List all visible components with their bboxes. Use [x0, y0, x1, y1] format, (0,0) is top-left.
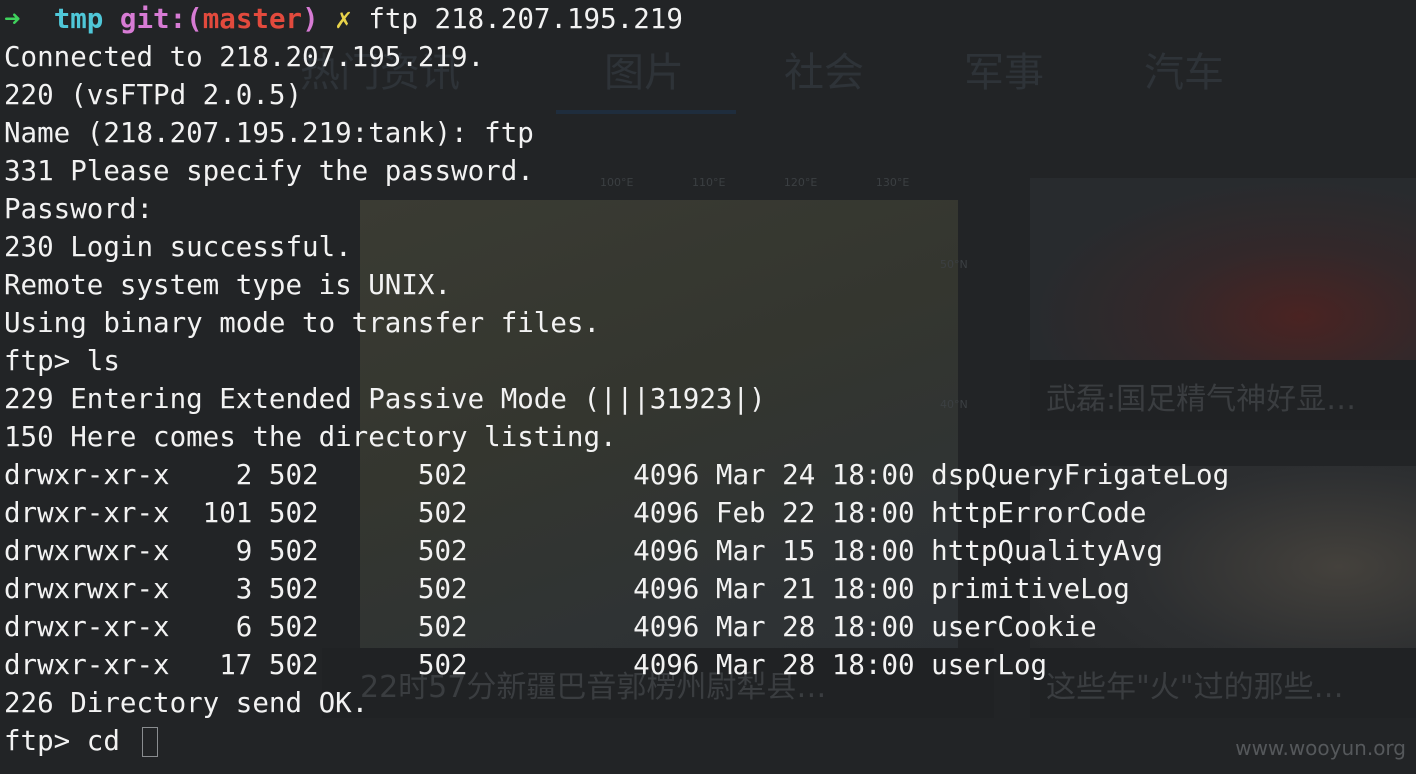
terminal-line: ftp> ls: [4, 345, 120, 377]
shell-prompt-line: ➜ tmp git:(master) ✗ ftp 218.207.195.219: [4, 0, 683, 38]
bg-tab-military: 军事: [964, 50, 1044, 96]
text-cursor: [142, 727, 159, 757]
bg-caption-portrait: 这些年"火"过的那些…: [1046, 670, 1344, 705]
bg-map-lon-tick: 100°E: [600, 176, 634, 189]
bg-map-lon-tick: 120°E: [783, 176, 818, 189]
terminal-line: 226 Directory send OK.: [4, 687, 369, 719]
bg-map-lon-tick: 110°E: [691, 176, 726, 189]
terminal-input-line[interactable]: ftp> cd: [4, 722, 159, 760]
terminal-line: Name (218.207.195.219:tank): ftp: [4, 117, 534, 149]
prompt-command: ftp 218.207.195.219: [368, 3, 683, 35]
prompt-cwd: tmp: [53, 3, 104, 35]
terminal-line: 230 Login successful.: [4, 231, 352, 263]
directory-listing-row: drwxr-xr-x 17 502 502 4096 Mar 28 18:00 …: [4, 649, 1048, 681]
terminal-line: 331 Please specify the password.: [4, 155, 534, 187]
directory-listing-row: drwxr-xr-x 101 502 502 4096 Feb 22 18:00…: [4, 497, 1147, 529]
prompt-arrow-icon: ➜: [4, 3, 21, 35]
bg-tab-cars: 汽车: [1144, 50, 1224, 96]
directory-listing-row: drwxrwxr-x 9 502 502 4096 Mar 15 18:00 h…: [4, 535, 1163, 567]
directory-listing-row: drwxr-xr-x 6 502 502 4096 Mar 28 18:00 u…: [4, 611, 1097, 643]
watermark: www.wooyun.org: [1235, 736, 1406, 760]
terminal-line: Remote system type is UNIX.: [4, 269, 452, 301]
bg-tab-pictures: 图片: [604, 50, 684, 96]
prompt-dirty-icon: ✗: [335, 3, 352, 35]
directory-listing-row: drwxrwxr-x 3 502 502 4096 Mar 21 18:00 p…: [4, 573, 1130, 605]
bg-map-lat-tick: 50°N: [940, 258, 968, 271]
terminal-line: Password:: [4, 193, 154, 225]
bg-caption-football: 武磊:国足精气神好显…: [1046, 382, 1357, 417]
prompt-git-suffix: ): [302, 3, 319, 35]
directory-listing-row: drwxr-xr-x 2 502 502 4096 Mar 24 18:00 d…: [4, 459, 1230, 491]
terminal-line: Using binary mode to transfer files.: [4, 307, 601, 339]
bg-active-tab-indicator: [556, 110, 736, 114]
terminal-line: 220 (vsFTPd 2.0.5): [4, 79, 303, 111]
prompt-git-prefix: git:(: [119, 3, 203, 35]
bg-tab-society: 社会: [784, 50, 864, 96]
bg-map-lat-tick: 40°N: [940, 398, 968, 411]
bg-map-lon-tick: 130°E: [875, 176, 910, 189]
prompt-git-branch: master: [202, 3, 303, 35]
terminal-line: 150 Here comes the directory listing.: [4, 421, 617, 453]
terminal-input[interactable]: cd: [87, 725, 137, 757]
terminal-line: 229 Entering Extended Passive Mode (|||3…: [4, 383, 766, 415]
terminal-line: Connected to 218.207.195.219.: [4, 41, 485, 73]
bg-map-lon-ticks: 100°E 110°E 120°E 130°E: [600, 176, 909, 189]
ftp-prompt: ftp>: [4, 725, 87, 757]
